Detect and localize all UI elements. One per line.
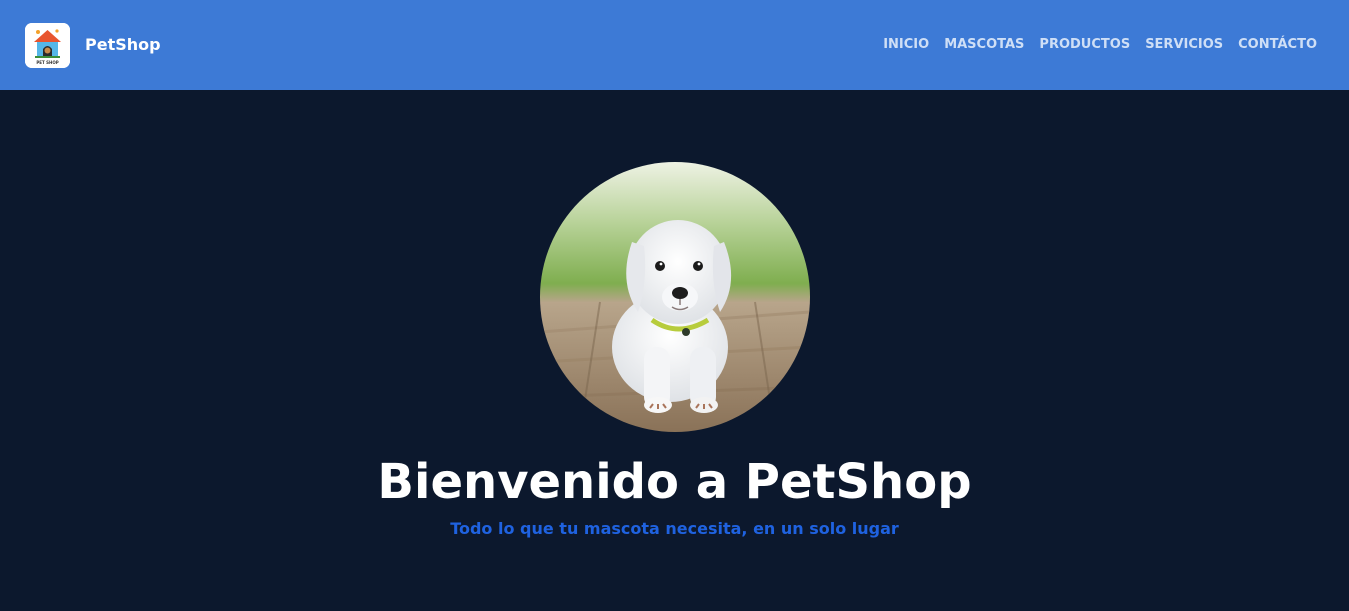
main-nav: INICIO MASCOTAS PRODUCTOS SERVICIOS CONT… — [883, 36, 1317, 54]
nav-item-contacto[interactable]: CONTÁCTO — [1238, 36, 1317, 54]
nav-item-mascotas[interactable]: MASCOTAS — [944, 36, 1024, 54]
brand-name[interactable]: PetShop — [85, 34, 161, 56]
nav-item-productos[interactable]: PRODUCTOS — [1039, 36, 1130, 54]
navbar: PET SHOP PetShop INICIO MASCOTAS PRODUCT… — [0, 0, 1349, 90]
hero-title: Bienvenido a PetShop — [377, 454, 972, 510]
logo-text: PET SHOP — [36, 60, 58, 65]
hero-subtitle: Todo lo que tu mascota necesita, en un s… — [450, 519, 899, 538]
brand-logo[interactable]: PET SHOP — [25, 23, 70, 68]
pet-house-logo-icon: PET SHOP — [25, 23, 70, 68]
hero-dog-image — [540, 162, 810, 432]
hero-section: Bienvenido a PetShop Todo lo que tu masc… — [0, 90, 1349, 611]
nav-item-inicio[interactable]: INICIO — [883, 36, 929, 54]
nav-item-servicios[interactable]: SERVICIOS — [1145, 36, 1223, 54]
